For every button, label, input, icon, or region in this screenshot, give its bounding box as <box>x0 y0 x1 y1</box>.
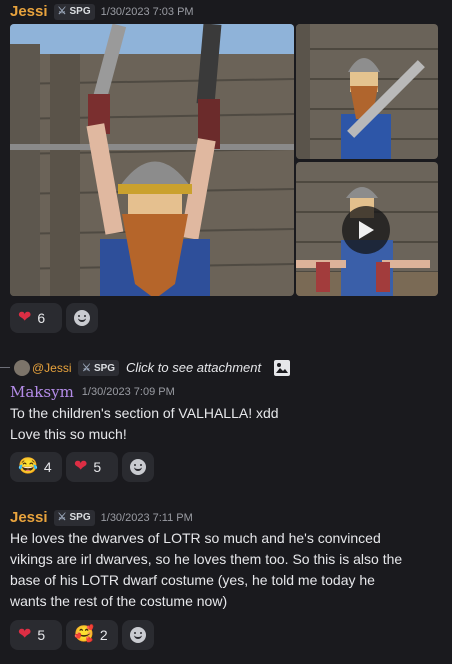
add-reaction-button[interactable] <box>122 452 154 482</box>
server-tag[interactable]: ⚔ SPG <box>53 3 95 20</box>
reaction-heart[interactable]: ❤ 5 <box>66 452 118 482</box>
message-content: To the children's section of VALHALLA! x… <box>10 405 279 442</box>
attachment-image-2[interactable] <box>296 24 438 159</box>
add-reaction-icon <box>130 459 146 475</box>
server-tag[interactable]: ⚔ SPG <box>53 509 95 526</box>
add-reaction-button[interactable] <box>66 303 98 333</box>
joy-emoji-icon: 😂 <box>18 458 38 475</box>
message-header: Jessi ⚔ SPG 1/30/2023 7:03 PM <box>10 3 194 20</box>
add-reaction-button[interactable] <box>122 620 154 650</box>
reply-reference[interactable]: @Jessi ⚔ SPG Click to see attachment <box>0 358 452 378</box>
sword-icon: ⚔ <box>57 6 67 17</box>
sword-icon: ⚔ <box>57 512 67 523</box>
timestamp: 1/30/2023 7:11 PM <box>100 511 193 524</box>
username[interactable]: Jessi <box>10 509 48 526</box>
avatar[interactable] <box>14 360 30 376</box>
reaction-heart[interactable]: ❤ 6 <box>10 303 62 333</box>
timestamp: 1/30/2023 7:09 PM <box>81 386 175 398</box>
reply-attachment-text[interactable]: Click to see attachment <box>126 360 261 375</box>
image-icon <box>274 360 290 376</box>
username[interactable]: Jessi <box>10 3 48 20</box>
reaction-smiling-hearts[interactable]: 🥰 2 <box>66 620 118 650</box>
play-icon[interactable] <box>342 206 390 254</box>
heart-icon: ❤ <box>18 626 32 643</box>
heart-icon: ❤ <box>18 309 32 326</box>
reply-mention[interactable]: @Jessi <box>32 361 72 375</box>
attachment-video[interactable] <box>296 162 438 296</box>
server-tag[interactable]: ⚔ SPG <box>78 360 120 376</box>
add-reaction-icon <box>74 310 90 326</box>
add-reaction-icon <box>130 627 146 643</box>
username[interactable]: Maksym <box>10 383 74 401</box>
attachment-image-1[interactable] <box>10 24 294 296</box>
reaction-heart[interactable]: ❤ 5 <box>10 620 62 650</box>
timestamp: 1/30/2023 7:03 PM <box>100 5 194 18</box>
heart-icon: ❤ <box>74 458 88 475</box>
reaction-joy[interactable]: 😂 4 <box>10 452 62 482</box>
sword-icon: ⚔ <box>82 362 91 374</box>
message-content: He loves the dwarves of LOTR so much and… <box>10 530 403 609</box>
message-header: Jessi ⚔ SPG 1/30/2023 7:11 PM <box>10 509 193 526</box>
reply-connector <box>0 367 10 368</box>
smiling-face-with-hearts-icon: 🥰 <box>74 626 94 643</box>
message-header: Maksym 1/30/2023 7:09 PM <box>10 383 175 401</box>
